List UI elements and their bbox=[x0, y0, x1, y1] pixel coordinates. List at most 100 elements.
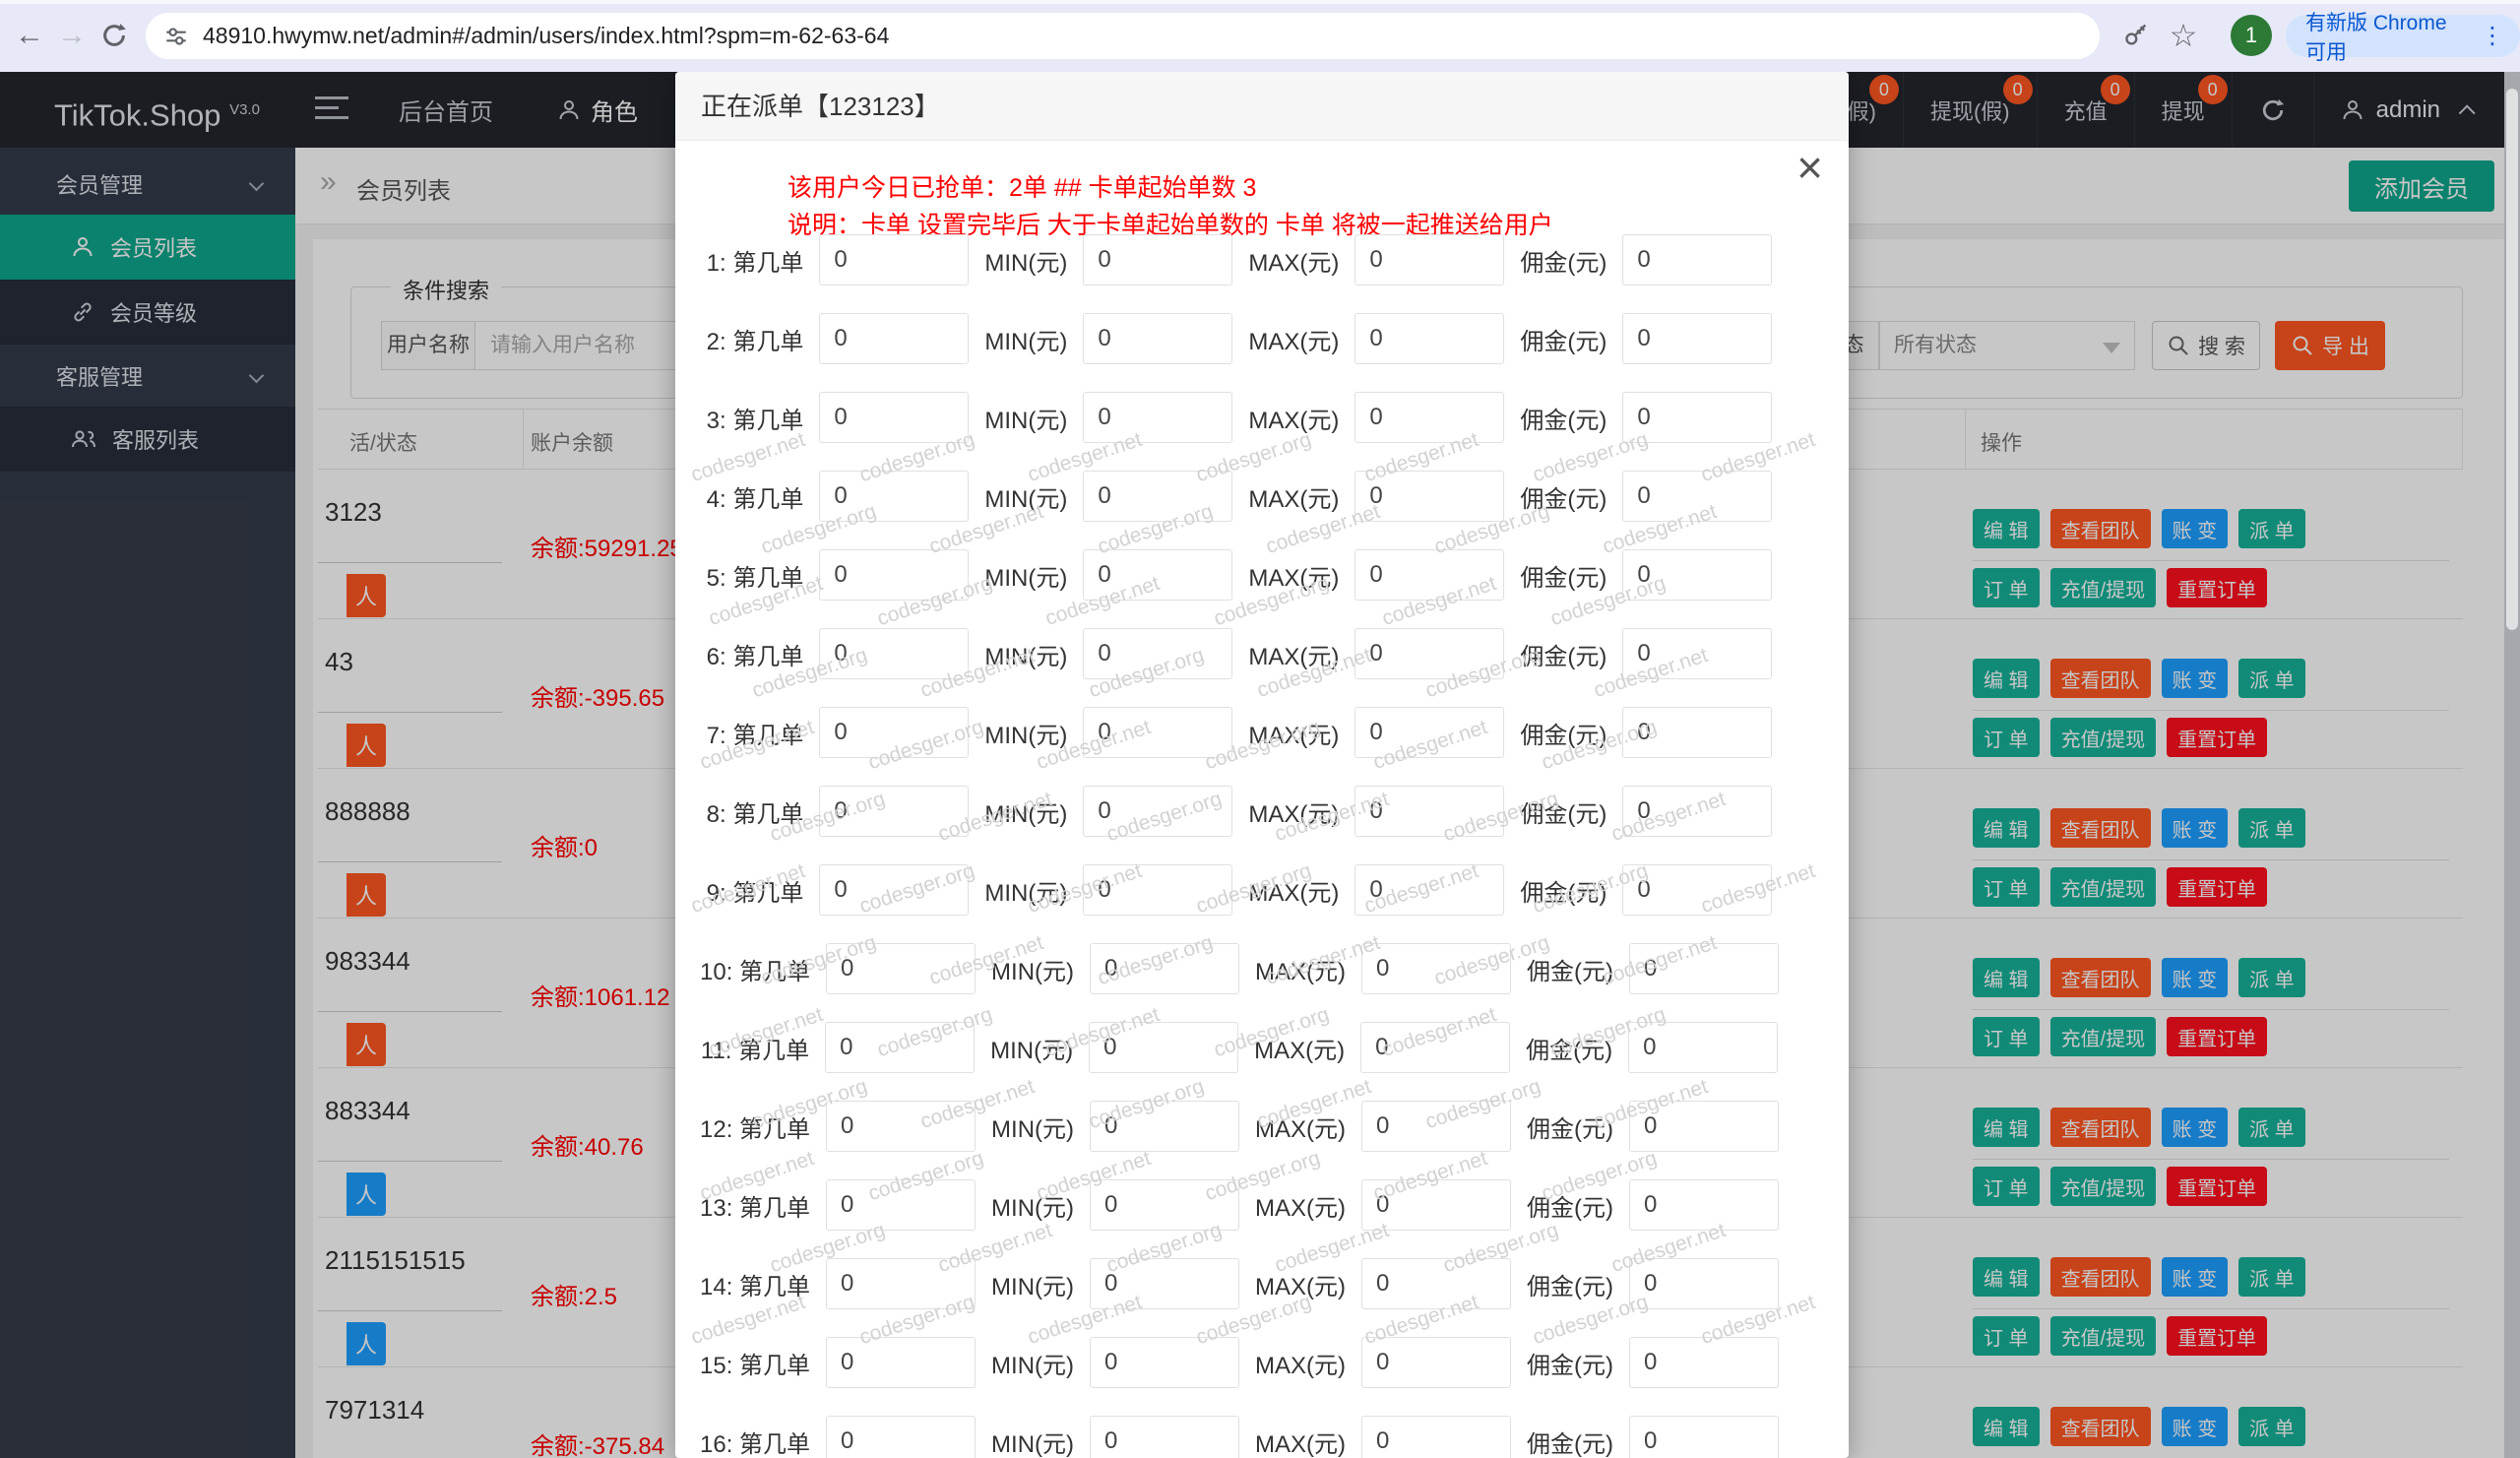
order-number-input[interactable] bbox=[826, 1179, 976, 1231]
min-input[interactable] bbox=[1090, 1101, 1240, 1152]
dispatch-row: 11: 第几单 MIN(元) MAX(元) 佣金(元) bbox=[675, 1022, 1849, 1073]
min-label: MIN(元) bbox=[984, 328, 1068, 355]
min-input[interactable] bbox=[1089, 1022, 1239, 1073]
max-input[interactable] bbox=[1360, 1022, 1511, 1073]
commission-input[interactable] bbox=[1622, 707, 1773, 758]
min-input[interactable] bbox=[1083, 471, 1233, 522]
back-icon[interactable]: ← bbox=[12, 18, 47, 53]
order-number-input[interactable] bbox=[826, 1258, 976, 1309]
chrome-update-button[interactable]: 有新版 Chrome 可用 ⋮ bbox=[2286, 12, 2520, 64]
close-icon[interactable]: × bbox=[1796, 145, 1823, 190]
dispatch-row: 8: 第几单 MIN(元) MAX(元) 佣金(元) bbox=[675, 786, 1849, 837]
order-number-input[interactable] bbox=[819, 392, 970, 443]
max-input[interactable] bbox=[1354, 392, 1505, 443]
min-input[interactable] bbox=[1083, 549, 1233, 601]
url-bar[interactable]: 48910.hwymw.net/admin#/admin/users/index… bbox=[146, 13, 2100, 59]
order-number-input[interactable] bbox=[819, 707, 970, 758]
reload-icon[interactable] bbox=[96, 18, 132, 53]
max-input[interactable] bbox=[1361, 1416, 1512, 1458]
order-index-label: 2: 第几单 bbox=[706, 328, 804, 355]
order-number-input[interactable] bbox=[819, 234, 970, 285]
commission-input[interactable] bbox=[1622, 471, 1773, 522]
order-number-input[interactable] bbox=[819, 549, 970, 601]
order-number-input[interactable] bbox=[826, 1337, 976, 1388]
order-number-input[interactable] bbox=[819, 864, 970, 916]
max-input[interactable] bbox=[1361, 1179, 1512, 1231]
dispatch-row: 14: 第几单 MIN(元) MAX(元) 佣金(元) bbox=[675, 1258, 1849, 1309]
max-label: MAX(元) bbox=[1255, 1194, 1347, 1222]
commission-input[interactable] bbox=[1622, 549, 1773, 601]
min-input[interactable] bbox=[1083, 786, 1233, 837]
order-number-input[interactable] bbox=[826, 1416, 976, 1458]
min-input[interactable] bbox=[1090, 1179, 1240, 1231]
commission-input[interactable] bbox=[1622, 313, 1773, 364]
commission-label: 佣金(元) bbox=[1527, 958, 1613, 985]
order-number-input[interactable] bbox=[819, 313, 970, 364]
profile-avatar[interactable]: 1 bbox=[2231, 15, 2272, 56]
min-label: MIN(元) bbox=[990, 1037, 1074, 1064]
commission-input[interactable] bbox=[1622, 864, 1773, 916]
commission-input[interactable] bbox=[1622, 392, 1773, 443]
dispatch-row: 6: 第几单 MIN(元) MAX(元) 佣金(元) bbox=[675, 628, 1849, 679]
min-label: MIN(元) bbox=[984, 485, 1068, 513]
max-input[interactable] bbox=[1354, 313, 1505, 364]
commission-input[interactable] bbox=[1628, 1022, 1779, 1073]
order-number-input[interactable] bbox=[826, 1101, 976, 1152]
commission-label: 佣金(元) bbox=[1526, 1037, 1613, 1064]
order-index-label: 7: 第几单 bbox=[706, 722, 804, 749]
order-number-input[interactable] bbox=[825, 1022, 976, 1073]
order-number-input[interactable] bbox=[819, 471, 970, 522]
commission-input[interactable] bbox=[1622, 628, 1773, 679]
bookmark-star-icon[interactable]: ☆ bbox=[2166, 18, 2201, 53]
max-input[interactable] bbox=[1354, 471, 1505, 522]
order-number-input[interactable] bbox=[826, 943, 976, 994]
modal-title: 正在派单【123123】 bbox=[701, 92, 940, 121]
max-input[interactable] bbox=[1354, 786, 1505, 837]
min-input[interactable] bbox=[1083, 234, 1233, 285]
order-number-input[interactable] bbox=[819, 628, 970, 679]
browser-menu-icon[interactable]: ⋮ bbox=[2481, 22, 2504, 50]
modal-header: 正在派单【123123】 bbox=[675, 72, 1849, 141]
scrollbar-thumb[interactable] bbox=[2506, 89, 2518, 630]
commission-input[interactable] bbox=[1629, 1101, 1779, 1152]
max-label: MAX(元) bbox=[1248, 800, 1340, 828]
min-input[interactable] bbox=[1090, 1416, 1240, 1458]
max-label: MAX(元) bbox=[1255, 1115, 1347, 1143]
max-input[interactable] bbox=[1354, 864, 1505, 916]
order-index-label: 3: 第几单 bbox=[706, 407, 804, 434]
commission-input[interactable] bbox=[1629, 1416, 1779, 1458]
commission-input[interactable] bbox=[1629, 1337, 1779, 1388]
page-scrollbar[interactable] bbox=[2504, 72, 2520, 1458]
max-input[interactable] bbox=[1354, 707, 1505, 758]
min-input[interactable] bbox=[1090, 1337, 1240, 1388]
min-input[interactable] bbox=[1083, 392, 1233, 443]
max-input[interactable] bbox=[1354, 234, 1505, 285]
commission-input[interactable] bbox=[1629, 943, 1779, 994]
min-label: MIN(元) bbox=[984, 407, 1068, 434]
url-text[interactable]: 48910.hwymw.net/admin#/admin/users/index… bbox=[203, 23, 889, 49]
max-input[interactable] bbox=[1361, 1337, 1512, 1388]
max-input[interactable] bbox=[1361, 1258, 1512, 1309]
password-key-icon[interactable] bbox=[2118, 18, 2154, 53]
max-input[interactable] bbox=[1354, 628, 1505, 679]
order-number-input[interactable] bbox=[819, 786, 970, 837]
min-input[interactable] bbox=[1083, 628, 1233, 679]
min-input[interactable] bbox=[1083, 707, 1233, 758]
max-input[interactable] bbox=[1361, 1101, 1512, 1152]
min-input[interactable] bbox=[1090, 1258, 1240, 1309]
max-input[interactable] bbox=[1354, 549, 1505, 601]
min-input[interactable] bbox=[1090, 943, 1240, 994]
commission-input[interactable] bbox=[1629, 1179, 1779, 1231]
max-label: MAX(元) bbox=[1248, 643, 1340, 670]
site-info-icon[interactable] bbox=[163, 24, 189, 49]
max-label: MAX(元) bbox=[1248, 564, 1340, 592]
dispatch-row: 10: 第几单 MIN(元) MAX(元) 佣金(元) bbox=[675, 943, 1849, 994]
screen: ← → 48910.hwymw.net/admin#/admin/users/i… bbox=[0, 0, 2520, 1458]
commission-input[interactable] bbox=[1622, 234, 1773, 285]
commission-input[interactable] bbox=[1622, 786, 1773, 837]
min-input[interactable] bbox=[1083, 864, 1233, 916]
min-input[interactable] bbox=[1083, 313, 1233, 364]
forward-icon[interactable]: → bbox=[54, 18, 90, 53]
max-input[interactable] bbox=[1361, 943, 1512, 994]
commission-input[interactable] bbox=[1629, 1258, 1779, 1309]
